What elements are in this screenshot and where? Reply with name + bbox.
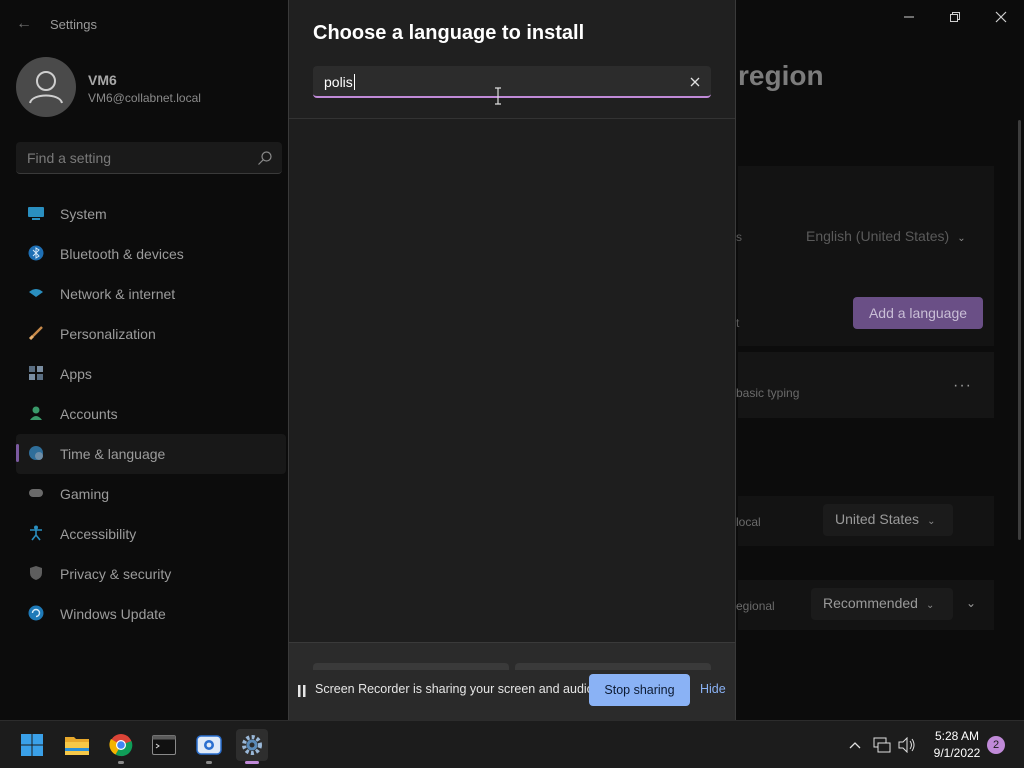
restore-icon[interactable] (940, 6, 970, 28)
sidebar-item-label: Personalization (60, 326, 156, 342)
terminal-icon[interactable] (148, 729, 180, 761)
brush-icon (28, 325, 44, 341)
running-indicator (206, 761, 212, 764)
regional-format-value: Recommended (823, 595, 918, 611)
display-language-dropdown[interactable]: English (United States) ⌄ (806, 228, 966, 244)
clock-time[interactable]: 5:28 AM (928, 729, 986, 743)
sidebar-item-gaming[interactable]: Gaming (16, 474, 286, 514)
choose-language-dialog: Choose a language to install polis (288, 0, 736, 720)
volume-icon[interactable] (897, 735, 917, 755)
settings-search-input[interactable]: Find a setting (16, 142, 282, 174)
close-icon[interactable] (687, 74, 703, 90)
sidebar-item-apps[interactable]: Apps (16, 354, 286, 394)
sidebar-item-network[interactable]: Network & internet (16, 274, 286, 314)
sidebar-item-system[interactable]: System (16, 194, 286, 234)
chevron-down-icon[interactable]: ⌄ (966, 596, 976, 610)
screen-recorder-bar: Screen Recorder is sharing your screen a… (290, 670, 734, 710)
time-language-icon (28, 445, 44, 461)
sidebar-item-accessibility[interactable]: Accessibility (16, 514, 286, 554)
apps-icon (28, 365, 44, 381)
search-placeholder: Find a setting (27, 150, 112, 166)
accessibility-icon (28, 525, 44, 541)
profile-email: VM6@collabnet.local (88, 91, 201, 105)
page-title: region (738, 60, 824, 91)
stop-sharing-button[interactable]: Stop sharing (589, 674, 690, 706)
accounts-icon (28, 405, 44, 421)
chevron-down-icon: ⌄ (927, 516, 936, 527)
add-language-button[interactable]: Add a language (853, 297, 983, 329)
sidebar-item-label: Windows Update (60, 606, 166, 622)
network-icon (28, 285, 44, 301)
page-scrollbar[interactable] (1018, 120, 1021, 540)
active-app-indicator (245, 761, 259, 764)
regional-format-dropdown[interactable]: Recommended ⌄ (811, 588, 953, 620)
language-search-input[interactable]: polis (313, 66, 711, 98)
file-explorer-icon[interactable] (61, 729, 93, 761)
taskbar: 5:28 AM 9/1/2022 2 (0, 720, 1024, 768)
sidebar-item-label: Bluetooth & devices (60, 246, 184, 262)
chevron-up-icon[interactable] (845, 735, 865, 755)
settings-gear-icon[interactable] (236, 729, 268, 764)
dialog-title: Choose a language to install (313, 22, 585, 44)
sidebar-item-label: Privacy & security (60, 566, 172, 582)
sidebar-item-label: Accounts (60, 406, 118, 422)
display-language-value: English (United States) (806, 228, 950, 244)
active-indicator (16, 444, 19, 462)
sidebar-item-privacy[interactable]: Privacy & security (16, 554, 286, 594)
sidebar-item-time-language[interactable]: Time & language (16, 434, 286, 474)
sidebar-item-label: Network & internet (60, 286, 176, 302)
sidebar-item-personalization[interactable]: Personalization (16, 314, 286, 354)
regional-format-label: egional (736, 599, 775, 613)
settings-window: ← Settings VM6 VM6@collabnet.local Find … (0, 0, 1024, 720)
sidebar-item-accounts[interactable]: Accounts (16, 394, 286, 434)
search-text: polis (324, 74, 353, 90)
chevron-down-icon: ⌄ (925, 600, 935, 611)
profile-name: VM6 (88, 72, 117, 88)
clock-date[interactable]: 9/1/2022 (928, 746, 986, 760)
display-language-label: s (736, 230, 742, 244)
sidebar-item-windows-update[interactable]: Windows Update (16, 594, 286, 634)
pause-icon[interactable] (298, 684, 306, 697)
notification-badge[interactable]: 2 (987, 736, 1005, 754)
shield-icon (28, 565, 44, 581)
sidebar-item-label: Time & language (60, 446, 166, 462)
bluetooth-icon (28, 245, 44, 261)
windows-start-icon[interactable] (16, 729, 48, 761)
app-title: Settings (50, 17, 97, 32)
preferred-languages-label: t (736, 316, 740, 330)
back-arrow-icon[interactable]: ← (14, 14, 34, 34)
sidebar-item-label: Gaming (60, 486, 110, 502)
sidebar-item-label: Accessibility (60, 526, 137, 542)
text-caret (353, 74, 355, 90)
system-icon (28, 205, 44, 221)
settings-nav: System Bluetooth & devices Network & int… (16, 194, 286, 634)
country-dropdown[interactable]: United States ⌄ (823, 504, 953, 536)
sidebar-item-bluetooth[interactable]: Bluetooth & devices (16, 234, 286, 274)
minimize-icon[interactable] (894, 6, 924, 28)
update-icon (28, 605, 44, 621)
sidebar-item-label: System (60, 206, 107, 222)
language-search-value: polis (324, 74, 355, 90)
country-value: United States (835, 511, 920, 527)
hide-button[interactable]: Hide (700, 682, 726, 696)
camera-app-icon[interactable] (193, 729, 225, 764)
avatar (16, 57, 76, 117)
i-beam-cursor-icon (493, 87, 503, 105)
chevron-down-icon: ⌄ (957, 233, 966, 244)
network-status-icon[interactable] (872, 735, 892, 755)
gaming-icon (28, 485, 44, 501)
more-options-icon[interactable]: ··· (953, 377, 972, 395)
search-icon (257, 150, 273, 166)
country-label: local (736, 515, 761, 529)
language-features-text: basic typing (736, 386, 800, 400)
recorder-message: Screen Recorder is sharing your screen a… (315, 682, 598, 696)
running-indicator (118, 761, 124, 764)
language-results-list[interactable] (289, 119, 735, 642)
chrome-icon[interactable] (105, 729, 137, 764)
sidebar-item-label: Apps (60, 366, 92, 382)
close-icon[interactable] (986, 6, 1016, 28)
